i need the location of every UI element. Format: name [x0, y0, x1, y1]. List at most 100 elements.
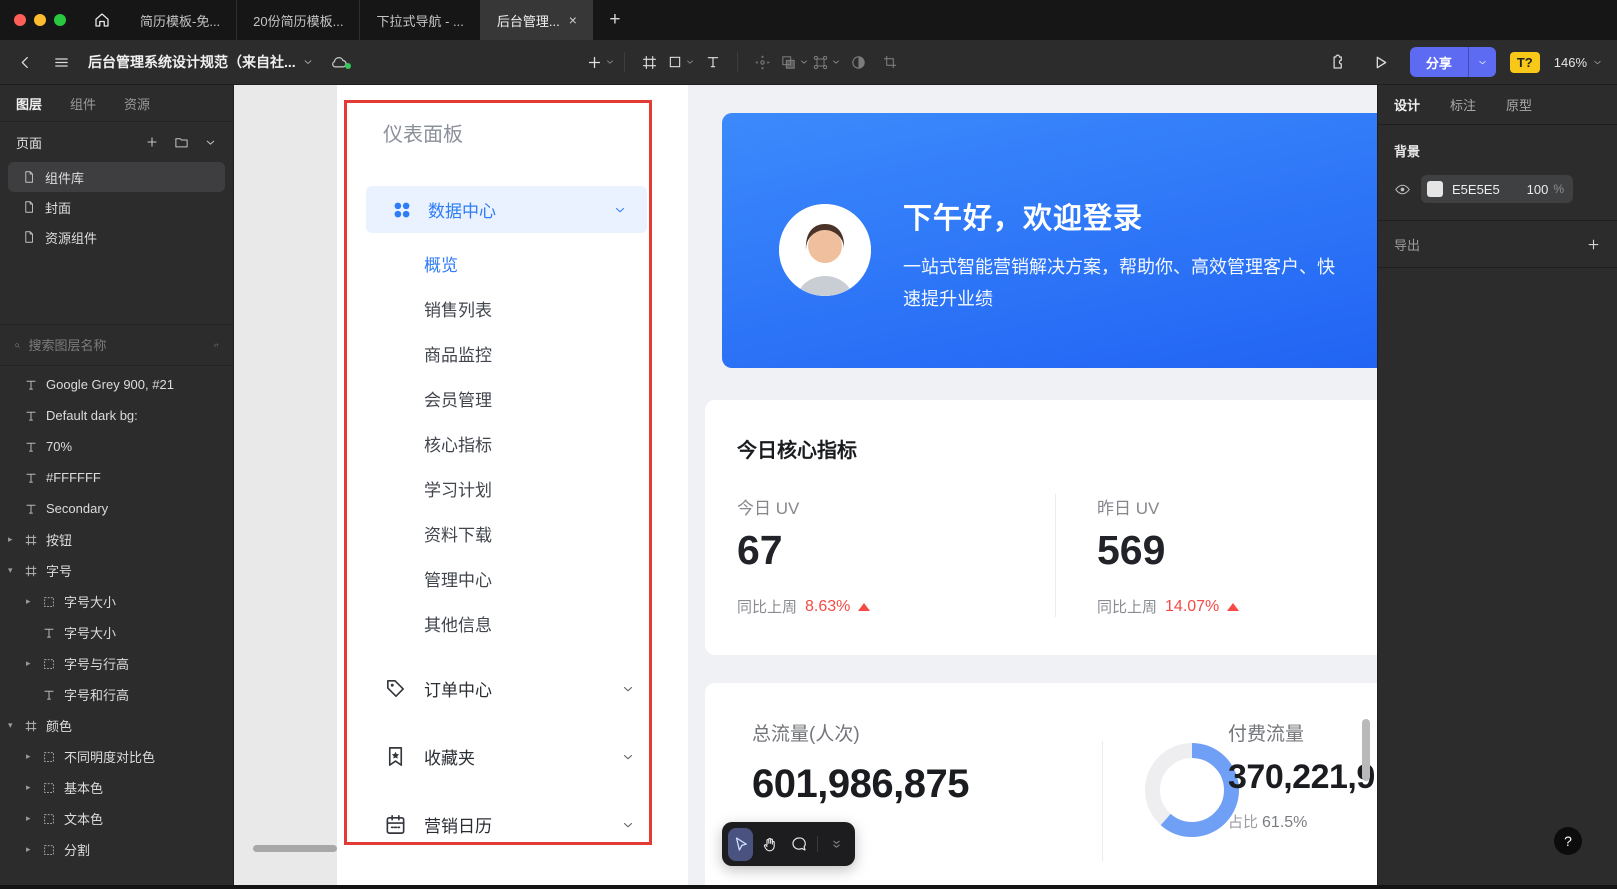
layer-row[interactable]: Google Grey 900, #21 — [0, 369, 233, 400]
collapse-toolbar-button[interactable] — [824, 828, 849, 861]
chevron-down-icon[interactable] — [831, 57, 841, 67]
document-title[interactable]: 后台管理系统设计规范（来自社... — [88, 52, 314, 72]
layer-row[interactable]: 70% — [0, 431, 233, 462]
left-panel-tab[interactable]: 组件 — [70, 94, 96, 113]
add-page-icon[interactable] — [145, 135, 159, 149]
design-nav-item[interactable]: 学习计划 — [424, 466, 492, 511]
expand-arrow-icon[interactable]: ▸ — [26, 813, 42, 824]
layer-row[interactable]: 字号和行高 — [0, 679, 233, 710]
frame-tool-button[interactable] — [634, 46, 664, 78]
hand-tool-button[interactable] — [757, 828, 782, 861]
select-tool-button[interactable] — [728, 828, 753, 861]
layer-row[interactable]: ▸ 文本色 — [0, 803, 233, 834]
design-nav-group[interactable]: 订单中心 — [366, 666, 647, 711]
back-button[interactable] — [10, 47, 40, 77]
document-tab[interactable]: 20份简历模板... × — [236, 0, 359, 40]
color-hex-value[interactable]: E5E5E5 — [1452, 182, 1527, 197]
chevron-down-icon[interactable] — [605, 57, 615, 67]
expand-arrow-icon[interactable]: ▾ — [8, 720, 24, 731]
layer-row[interactable]: ▸ 分割 — [0, 834, 233, 865]
expand-arrow-icon[interactable]: ▸ — [26, 658, 42, 669]
close-window-button[interactable] — [14, 14, 26, 26]
layer-row[interactable]: ▾ 颜色 — [0, 710, 233, 741]
design-nav-item[interactable]: 销售列表 — [424, 286, 492, 331]
expand-arrow-icon[interactable]: ▸ — [26, 782, 42, 793]
page-row[interactable]: 组件库 — [8, 162, 225, 192]
page-row[interactable]: 封面 — [8, 192, 225, 222]
share-options-button[interactable] — [1468, 47, 1496, 77]
vector-edit-button[interactable] — [811, 46, 841, 78]
expand-arrow-icon[interactable]: ▾ — [8, 565, 24, 576]
boolean-tool-button[interactable] — [779, 46, 809, 78]
document-tab[interactable]: 下拉式导航 - ... × — [359, 0, 479, 40]
design-nav-item[interactable]: 概览 — [424, 241, 492, 286]
canvas[interactable]: 仪表面板 数据中心 概览销售列表商品监控会员管理核心指标学习计划资料下载管理中心… — [234, 85, 1377, 889]
home-button[interactable] — [80, 0, 124, 40]
design-nav-group[interactable]: 收藏夹 — [366, 734, 647, 779]
main-menu-button[interactable] — [46, 47, 76, 77]
design-nav-item[interactable]: 商品监控 — [424, 331, 492, 376]
left-panel-tab[interactable]: 资源 — [124, 94, 150, 113]
design-nav-group-data-center[interactable]: 数据中心 — [366, 186, 647, 233]
color-field[interactable]: E5E5E5 100 % — [1421, 175, 1573, 203]
search-input[interactable] — [29, 338, 205, 353]
crop-tool-button[interactable] — [875, 46, 905, 78]
comment-tool-button[interactable] — [786, 828, 811, 861]
folder-icon[interactable] — [174, 135, 189, 150]
vertical-scrollbar[interactable] — [1362, 719, 1370, 781]
expand-arrow-icon[interactable]: ▸ — [8, 534, 24, 545]
design-nav-item[interactable]: 核心指标 — [424, 421, 492, 466]
shape-tool-button[interactable] — [666, 46, 696, 78]
expand-arrow-icon[interactable]: ▸ — [26, 751, 42, 762]
zoom-window-button[interactable] — [54, 14, 66, 26]
layer-row[interactable]: ▸ 不同明度对比色 — [0, 741, 233, 772]
inspector-tab[interactable]: 标注 — [1450, 95, 1476, 114]
add-export-icon[interactable] — [1586, 237, 1601, 252]
layer-row[interactable]: ▸ 字号大小 — [0, 586, 233, 617]
chevron-down-icon[interactable] — [799, 57, 809, 67]
design-nav-item[interactable]: 其他信息 — [424, 601, 492, 646]
document-tab[interactable]: 后台管理... × — [480, 0, 593, 40]
inspector-tab[interactable]: 设计 — [1394, 95, 1420, 114]
plugins-button[interactable] — [1322, 47, 1352, 77]
plugin-badge[interactable]: T? — [1510, 52, 1540, 73]
text-tool-button[interactable] — [698, 46, 728, 78]
filter-sort-icon[interactable] — [213, 338, 220, 353]
chevron-down-icon[interactable] — [302, 56, 314, 68]
left-panel-tab[interactable]: 图层 — [16, 94, 42, 113]
new-tab-button[interactable]: + — [593, 0, 637, 40]
design-nav-item[interactable]: 管理中心 — [424, 556, 492, 601]
opacity-value[interactable]: 100 — [1527, 182, 1549, 197]
help-button[interactable]: ? — [1554, 827, 1582, 855]
layer-row[interactable]: 字号大小 — [0, 617, 233, 648]
color-swatch[interactable] — [1427, 181, 1443, 197]
present-button[interactable] — [1366, 47, 1396, 77]
cloud-sync-status[interactable] — [330, 53, 349, 72]
collapse-pages-icon[interactable] — [204, 136, 217, 149]
document-tab[interactable]: 简历模板-免... × — [124, 0, 236, 40]
move-tool-button[interactable] — [747, 46, 777, 78]
inspector-tab[interactable]: 原型 — [1506, 95, 1532, 114]
eye-icon[interactable] — [1394, 181, 1411, 198]
expand-arrow-icon[interactable]: ▸ — [26, 596, 42, 607]
page-row[interactable]: 资源组件 — [8, 222, 225, 252]
design-frame[interactable]: 仪表面板 数据中心 概览销售列表商品监控会员管理核心指标学习计划资料下载管理中心… — [337, 85, 1377, 889]
zoom-control[interactable]: 146% — [1554, 55, 1603, 70]
layer-row[interactable]: ▸ 按钮 — [0, 524, 233, 555]
insert-tool-button[interactable] — [585, 46, 615, 78]
design-nav-group[interactable]: 营销日历 — [366, 802, 647, 847]
expand-arrow-icon[interactable]: ▸ — [26, 844, 42, 855]
horizontal-scrollbar[interactable] — [253, 845, 337, 852]
mask-tool-button[interactable] — [843, 46, 873, 78]
chevron-down-icon[interactable] — [685, 57, 695, 67]
minimize-window-button[interactable] — [34, 14, 46, 26]
layer-row[interactable]: Secondary — [0, 493, 233, 524]
close-tab-icon[interactable]: × — [569, 13, 577, 27]
layer-row[interactable]: ▸ 字号与行高 — [0, 648, 233, 679]
layer-row[interactable]: #FFFFFF — [0, 462, 233, 493]
design-nav-item[interactable]: 资料下载 — [424, 511, 492, 556]
layer-row[interactable]: ▸ 基本色 — [0, 772, 233, 803]
design-nav-item[interactable]: 会员管理 — [424, 376, 492, 421]
share-button[interactable]: 分享 — [1410, 47, 1468, 77]
layer-row[interactable]: Default dark bg: — [0, 400, 233, 431]
